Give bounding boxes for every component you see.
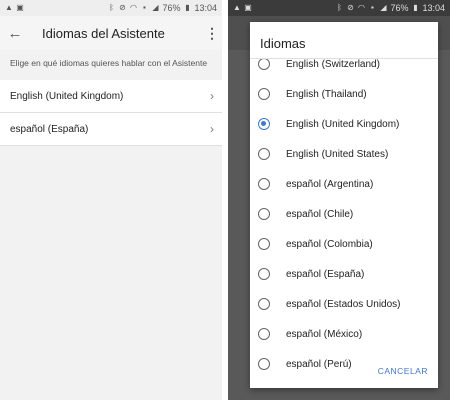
dialog-title: Idiomas bbox=[260, 36, 306, 51]
language-option-label: español (Colombia) bbox=[286, 238, 373, 250]
language-dialog: Idiomas English (Switzerland) English (Th… bbox=[250, 22, 438, 388]
language-option[interactable]: español (Colombia) bbox=[250, 229, 438, 259]
language-option-label: español (Chile) bbox=[286, 208, 354, 220]
language-option[interactable]: English (Switzerland) bbox=[250, 58, 438, 79]
language-option[interactable]: español (México) bbox=[250, 319, 438, 349]
mute-icon: ⊘ bbox=[119, 3, 126, 12]
language-option[interactable]: español (Argentina) bbox=[250, 169, 438, 199]
language-option-label: English (United Kingdom) bbox=[286, 118, 400, 130]
assistant-languages-screen: ▲ ▣ ᛒ ⊘ ◠ ▪ ◢ 76% ▮ 13:04 ← Idiomas del … bbox=[0, 0, 222, 400]
mute-icon: ⊘ bbox=[347, 3, 354, 12]
language-option-label: español (Estados Unidos) bbox=[286, 298, 401, 310]
radio-unselected-icon[interactable] bbox=[258, 328, 270, 340]
language-option[interactable]: English (Thailand) bbox=[250, 79, 438, 109]
status-time: 13:04 bbox=[194, 3, 217, 13]
more-options-icon[interactable]: ⋮ bbox=[202, 25, 222, 42]
language-option-label: español (México) bbox=[286, 328, 363, 340]
radio-unselected-icon[interactable] bbox=[258, 59, 270, 70]
language-row-label: English (United Kingdom) bbox=[10, 90, 124, 102]
radio-unselected-icon[interactable] bbox=[258, 268, 270, 280]
android-icon: ▲ bbox=[233, 3, 241, 12]
battery-icon: ▮ bbox=[185, 3, 190, 12]
language-option[interactable]: español (Estados Unidos) bbox=[250, 289, 438, 319]
language-option-label: español (Perú) bbox=[286, 358, 352, 370]
radio-unselected-icon[interactable] bbox=[258, 88, 270, 100]
language-option-label: español (Argentina) bbox=[286, 178, 374, 190]
sim-icon: ▪ bbox=[371, 3, 374, 12]
language-row[interactable]: español (España) › bbox=[0, 113, 222, 146]
app-bar: ← Idiomas del Asistente ⋮ bbox=[0, 16, 222, 50]
status-time: 13:04 bbox=[422, 3, 445, 13]
android-icon: ▲ bbox=[5, 3, 13, 12]
language-options-list[interactable]: English (Switzerland) English (Thailand) E… bbox=[250, 58, 438, 378]
battery-percent: 76% bbox=[390, 3, 409, 13]
battery-percent: 76% bbox=[162, 3, 181, 13]
wifi-icon: ◠ bbox=[129, 3, 137, 12]
battery-icon: ▮ bbox=[413, 3, 418, 12]
image-icon: ▣ bbox=[16, 3, 24, 12]
radio-unselected-icon[interactable] bbox=[258, 298, 270, 310]
language-row-label: español (España) bbox=[10, 123, 89, 135]
language-option[interactable]: español (España) bbox=[250, 259, 438, 289]
radio-unselected-icon[interactable] bbox=[258, 178, 270, 190]
sim-icon: ▪ bbox=[143, 3, 146, 12]
radio-selected-icon[interactable] bbox=[258, 118, 270, 130]
status-bar: ▲ ▣ ᛒ ⊘ ◠ ▪ ◢ 76% ▮ 13:04 bbox=[228, 0, 450, 16]
back-arrow-icon[interactable]: ← bbox=[0, 25, 30, 42]
chevron-right-icon: › bbox=[210, 122, 214, 136]
wifi-icon: ◠ bbox=[357, 3, 365, 12]
language-option-label: English (United States) bbox=[286, 148, 389, 160]
language-list: English (United Kingdom) › español (Espa… bbox=[0, 80, 222, 146]
language-option-label: español (España) bbox=[286, 268, 365, 280]
language-option[interactable]: English (United Kingdom) bbox=[250, 109, 438, 139]
language-option-label: English (Thailand) bbox=[286, 88, 367, 100]
bluetooth-icon: ᛒ bbox=[337, 3, 342, 12]
signal-icon: ◢ bbox=[380, 3, 387, 12]
language-option[interactable]: español (Chile) bbox=[250, 199, 438, 229]
bluetooth-icon: ᛒ bbox=[109, 3, 114, 12]
radio-unselected-icon[interactable] bbox=[258, 358, 270, 370]
screens: ▲ ▣ ᛒ ⊘ ◠ ▪ ◢ 76% ▮ 13:04 ← Idiomas del … bbox=[0, 0, 450, 400]
radio-unselected-icon[interactable] bbox=[258, 208, 270, 220]
radio-unselected-icon[interactable] bbox=[258, 238, 270, 250]
signal-icon: ◢ bbox=[152, 3, 159, 12]
language-picker-screen: ▲ ▣ ᛒ ⊘ ◠ ▪ ◢ 76% ▮ 13:04 Idiomas Englis… bbox=[228, 0, 450, 400]
cancel-button[interactable]: CANCELAR bbox=[378, 366, 428, 376]
radio-unselected-icon[interactable] bbox=[258, 148, 270, 160]
language-option-label: English (Switzerland) bbox=[286, 58, 380, 70]
language-row[interactable]: English (United Kingdom) › bbox=[0, 80, 222, 113]
language-option[interactable]: English (United States) bbox=[250, 139, 438, 169]
status-bar: ▲ ▣ ᛒ ⊘ ◠ ▪ ◢ 76% ▮ 13:04 bbox=[0, 0, 222, 16]
page-description: Elige en qué idiomas quieres hablar con … bbox=[10, 58, 208, 68]
chevron-right-icon: › bbox=[210, 89, 214, 103]
image-icon: ▣ bbox=[244, 3, 252, 12]
page-title: Idiomas del Asistente bbox=[42, 25, 165, 41]
language-options: English (Switzerland) English (Thailand) E… bbox=[250, 58, 438, 378]
